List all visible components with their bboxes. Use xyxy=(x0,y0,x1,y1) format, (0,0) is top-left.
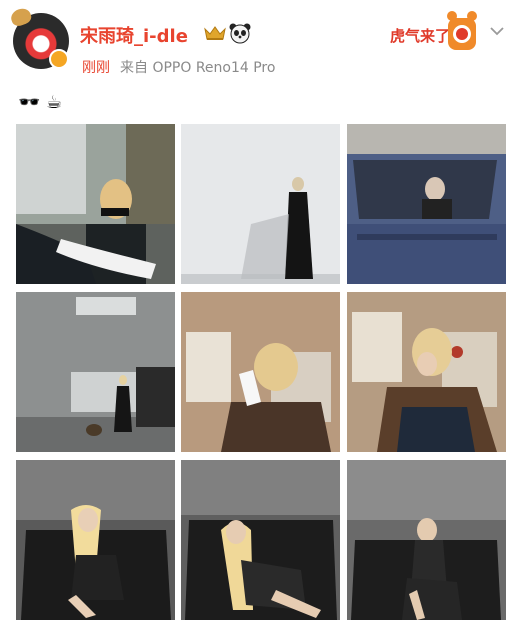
chevron-down-icon[interactable] xyxy=(490,26,504,36)
crown-icon xyxy=(204,26,226,40)
post-time: 刚刚 xyxy=(82,60,110,76)
panda-emoji-icon xyxy=(229,23,251,44)
paw-decoration-icon xyxy=(8,6,34,28)
photo-8[interactable] xyxy=(181,460,340,620)
photo-grid xyxy=(16,124,506,620)
post-source[interactable]: 来自 OPPO Reno14 Pro xyxy=(120,60,275,76)
photo-9-image xyxy=(347,460,506,620)
photo-5-image xyxy=(181,292,340,452)
photo-1[interactable] xyxy=(16,124,175,284)
photo-1-image xyxy=(16,124,175,284)
photo-8-image xyxy=(181,460,340,620)
photo-7-image xyxy=(16,460,175,620)
photo-4-image xyxy=(16,292,175,452)
photo-4[interactable] xyxy=(16,292,175,452)
photo-9[interactable] xyxy=(347,460,506,620)
sticker-text: 虎气来了 xyxy=(390,27,450,45)
tiger-sticker-icon: 虎气来了 xyxy=(390,11,477,50)
photo-3-image xyxy=(347,124,506,284)
post-meta: 刚刚 来自 OPPO Reno14 Pro xyxy=(82,57,275,77)
avatar[interactable] xyxy=(8,6,69,69)
author-name[interactable]: 宋雨琦_i-dle xyxy=(80,22,188,48)
photo-5[interactable] xyxy=(181,292,340,452)
photo-7[interactable] xyxy=(16,460,175,620)
post-content: 🕶️ ☕ xyxy=(18,92,63,113)
verified-badge-icon xyxy=(49,49,69,69)
photo-3[interactable] xyxy=(347,124,506,284)
photo-6-image xyxy=(347,292,506,452)
photo-2-image xyxy=(181,124,340,284)
photo-2[interactable] xyxy=(181,124,340,284)
photo-6[interactable] xyxy=(347,292,506,452)
